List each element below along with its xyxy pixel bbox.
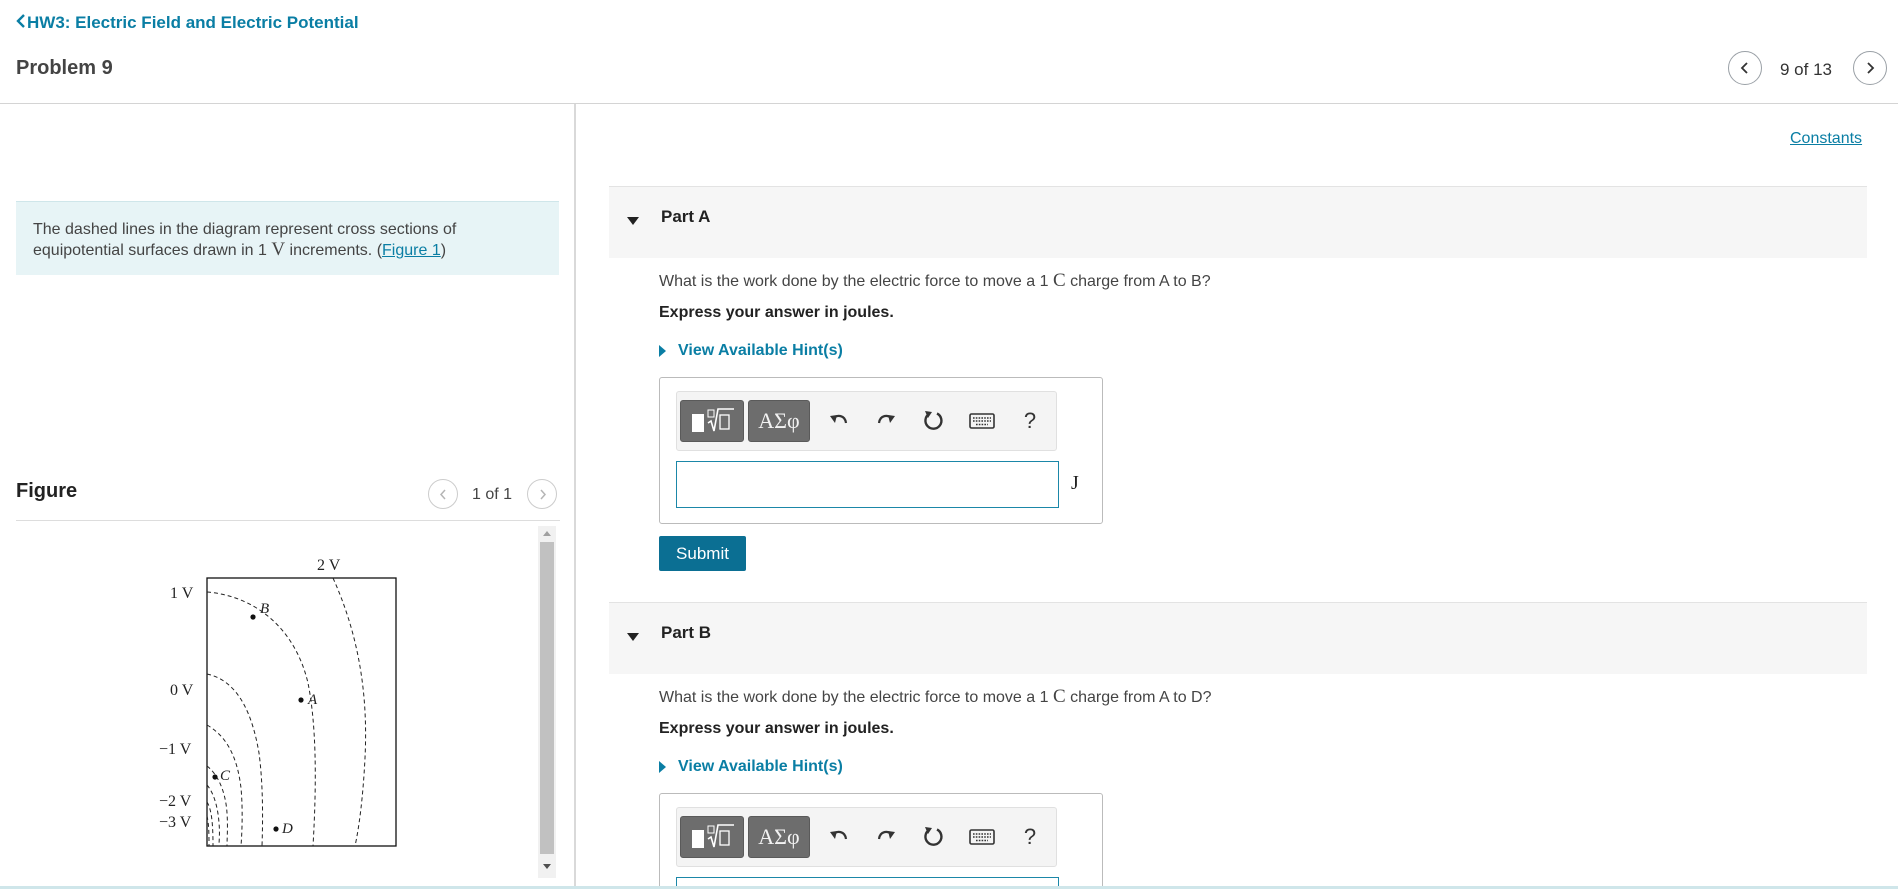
point-b-dot (250, 614, 256, 620)
redo-icon[interactable] (871, 406, 901, 436)
equipotential-minus1v (206, 724, 243, 847)
templates-button[interactable] (680, 816, 744, 858)
figure-scrollbar-thumb[interactable] (540, 542, 554, 854)
part-a-question-text: What is the work done by the electric fo… (659, 273, 1053, 290)
label-minus2v: −2 V (159, 793, 192, 810)
intro-text-after: increments. ( (285, 242, 383, 259)
part-b-question: What is the work done by the electric fo… (659, 686, 1212, 708)
label-0v: 0 V (170, 682, 194, 699)
expand-triangle-icon (659, 345, 666, 357)
part-a-hint-link[interactable]: View Available Hint(s) (659, 342, 843, 360)
point-c-label: C (220, 768, 231, 784)
templates-icon (692, 824, 734, 848)
undo-icon[interactable] (824, 822, 854, 852)
part-a-answer-box: ΑΣφ ? J (659, 377, 1103, 524)
point-b-label: B (260, 601, 269, 617)
point-a-label: A (307, 692, 318, 708)
reset-icon[interactable] (919, 406, 949, 436)
chevron-right-icon (1867, 62, 1875, 74)
collapse-triangle-icon (627, 633, 639, 641)
collapse-triangle-icon (627, 217, 639, 225)
part-b-header[interactable]: Part B (609, 602, 1867, 674)
figure-heading: Figure (16, 480, 78, 502)
figure-previous-button[interactable] (428, 479, 458, 509)
help-icon[interactable]: ? (1015, 406, 1045, 436)
point-a-dot (298, 697, 304, 703)
part-a-title: Part A (661, 207, 711, 226)
part-b-question-unit: C (1052, 686, 1066, 707)
scroll-up-arrow-icon[interactable] (541, 528, 553, 540)
point-d-label: D (281, 821, 293, 837)
part-b-title: Part B (661, 623, 712, 642)
greek-symbols-button[interactable]: ΑΣφ (748, 400, 810, 442)
chevron-right-icon (539, 489, 546, 499)
constants-link[interactable]: Constants (1790, 130, 1862, 148)
keyboard-icon[interactable] (967, 822, 997, 852)
part-b-question-text: What is the work done by the electric fo… (659, 689, 1053, 706)
intro-unit-symbol: V (271, 239, 286, 260)
back-to-assignment-link[interactable]: HW3: Electric Field and Electric Potenti… (16, 12, 359, 33)
column-divider (574, 104, 576, 889)
greek-symbols-button[interactable]: ΑΣφ (748, 816, 810, 858)
equipotential-2v (332, 577, 367, 847)
figure-link[interactable]: Figure 1 (382, 242, 441, 259)
equipotential-1v (206, 591, 316, 847)
submit-button[interactable]: Submit (659, 536, 746, 571)
part-b-hint-link[interactable]: View Available Hint(s) (659, 758, 843, 776)
part-b-question-end: charge from A to D? (1065, 689, 1212, 706)
part-a-question-end: charge from A to B? (1065, 273, 1211, 290)
part-a-question-unit: C (1052, 270, 1066, 291)
chevron-left-icon (1740, 62, 1748, 74)
scroll-down-arrow-icon[interactable] (541, 860, 553, 872)
part-a-answer-input[interactable] (676, 461, 1059, 508)
help-icon[interactable]: ? (1015, 822, 1045, 852)
problem-intro: The dashed lines in the diagram represen… (16, 201, 559, 275)
next-problem-button[interactable] (1853, 51, 1887, 85)
label-minus3v: −3 V (159, 814, 192, 831)
part-a-hint-label: View Available Hint(s) (678, 342, 843, 359)
header-divider (0, 103, 1898, 104)
part-a-unit: J (1071, 472, 1079, 494)
reset-icon[interactable] (919, 822, 949, 852)
templates-icon (692, 408, 734, 432)
part-a-header[interactable]: Part A (609, 186, 1867, 258)
undo-icon[interactable] (824, 406, 854, 436)
point-c-dot (212, 774, 218, 780)
figure-next-button[interactable] (527, 479, 557, 509)
point-d-dot (273, 826, 279, 832)
math-toolbar: ΑΣφ ? (676, 807, 1057, 867)
label-1v: 1 V (170, 585, 194, 602)
problem-page-count: 9 of 13 (1780, 60, 1832, 79)
math-toolbar: ΑΣφ ? (676, 391, 1057, 451)
templates-button[interactable] (680, 400, 744, 442)
back-link-label: HW3: Electric Field and Electric Potenti… (27, 12, 359, 32)
expand-triangle-icon (659, 761, 666, 773)
part-b-answer-box: ΑΣφ ? (659, 793, 1103, 889)
problem-title: Problem 9 (16, 57, 113, 79)
figure-divider (16, 520, 560, 521)
part-b-express: Express your answer in joules. (659, 720, 894, 737)
chevron-left-icon (16, 12, 26, 33)
previous-problem-button[interactable] (1728, 51, 1762, 85)
label-2v: 2 V (317, 557, 341, 574)
intro-text-end: ) (440, 242, 447, 259)
label-minus1v: −1 V (159, 741, 192, 758)
equipotential-diagram: 2 V 1 V 0 V −1 V −2 V −3 V B A C D (159, 557, 397, 847)
part-b-hint-label: View Available Hint(s) (678, 758, 843, 775)
part-a-express: Express your answer in joules. (659, 304, 894, 321)
redo-icon[interactable] (871, 822, 901, 852)
chevron-left-icon (439, 489, 446, 499)
figure-count: 1 of 1 (472, 486, 513, 503)
keyboard-icon[interactable] (967, 406, 997, 436)
part-a-question: What is the work done by the electric fo… (659, 270, 1211, 292)
diagram-frame (206, 577, 397, 847)
